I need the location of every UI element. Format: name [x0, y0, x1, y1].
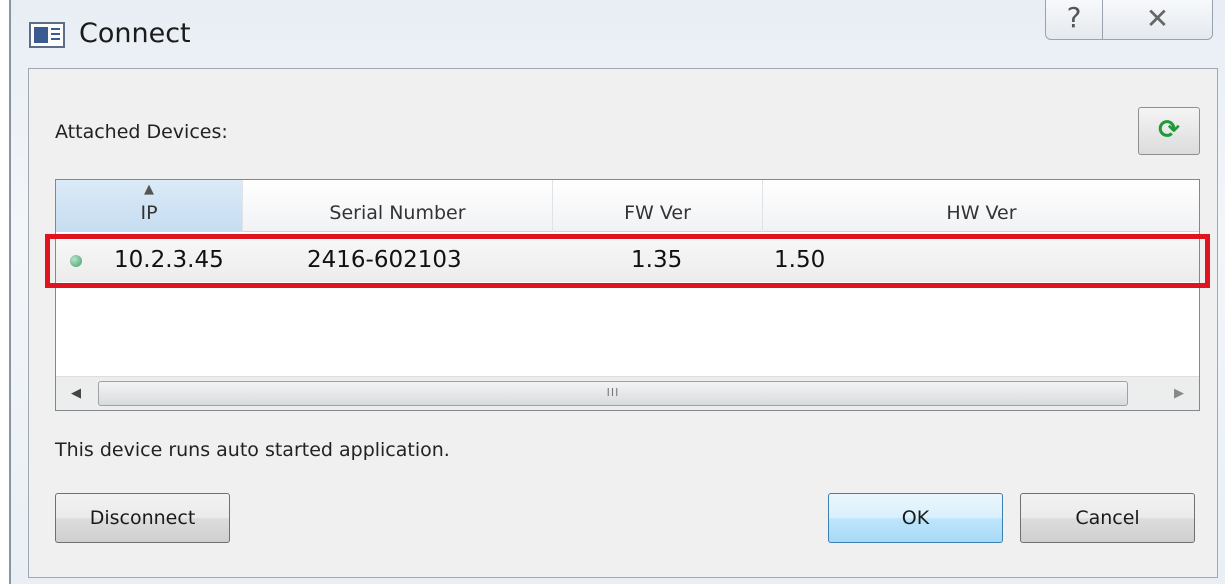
status-dot-icon: [70, 255, 82, 267]
scroll-left-icon[interactable]: ◀: [56, 377, 96, 410]
column-header-serial-number[interactable]: Serial Number: [243, 180, 553, 232]
attached-devices-label: Attached Devices:: [55, 121, 228, 143]
app-icon: [29, 22, 65, 48]
refresh-icon: ⟳: [1158, 115, 1180, 145]
connect-dialog: Connect ? ✕ Attached Devices: ⟳ ▲ IP Ser…: [9, 0, 1225, 584]
cell-hw-ver: 1.50: [774, 247, 826, 273]
column-header-hw-ver[interactable]: HW Ver: [763, 180, 1200, 232]
help-button[interactable]: ?: [1045, 0, 1103, 40]
cancel-button[interactable]: Cancel: [1020, 493, 1195, 543]
list-header: ▲ IP Serial Number FW Ver HW Ver: [56, 180, 1199, 232]
help-icon: ?: [1066, 1, 1082, 34]
cell-ip: 10.2.3.45: [114, 247, 224, 273]
window-title: Connect: [79, 18, 191, 49]
sort-ascending-icon: ▲: [144, 182, 154, 197]
cell-serial-number: 2416-602103: [307, 247, 462, 273]
refresh-button[interactable]: ⟳: [1138, 107, 1200, 155]
column-header-ip[interactable]: ▲ IP: [56, 180, 243, 232]
title-bar[interactable]: Connect ? ✕: [11, 0, 1225, 64]
close-button[interactable]: ✕: [1103, 0, 1213, 40]
table-row[interactable]: 10.2.3.45 2416-602103 1.35 1.50: [56, 240, 1199, 282]
horizontal-scrollbar[interactable]: ◀ III ▶: [56, 376, 1199, 410]
disconnect-button[interactable]: Disconnect: [55, 493, 230, 543]
status-message: This device runs auto started applicatio…: [55, 439, 450, 461]
ok-button[interactable]: OK: [828, 493, 1003, 543]
devices-list[interactable]: ▲ IP Serial Number FW Ver HW Ver 10.2.3.…: [45, 179, 1210, 411]
scroll-right-icon[interactable]: ▶: [1159, 377, 1199, 410]
dialog-body: Attached Devices: ⟳ ▲ IP Serial Number F…: [28, 68, 1218, 578]
cell-fw-ver: 1.35: [631, 247, 683, 273]
close-icon: ✕: [1145, 2, 1170, 35]
column-header-fw-ver[interactable]: FW Ver: [553, 180, 763, 232]
scrollbar-thumb[interactable]: III: [98, 381, 1128, 406]
